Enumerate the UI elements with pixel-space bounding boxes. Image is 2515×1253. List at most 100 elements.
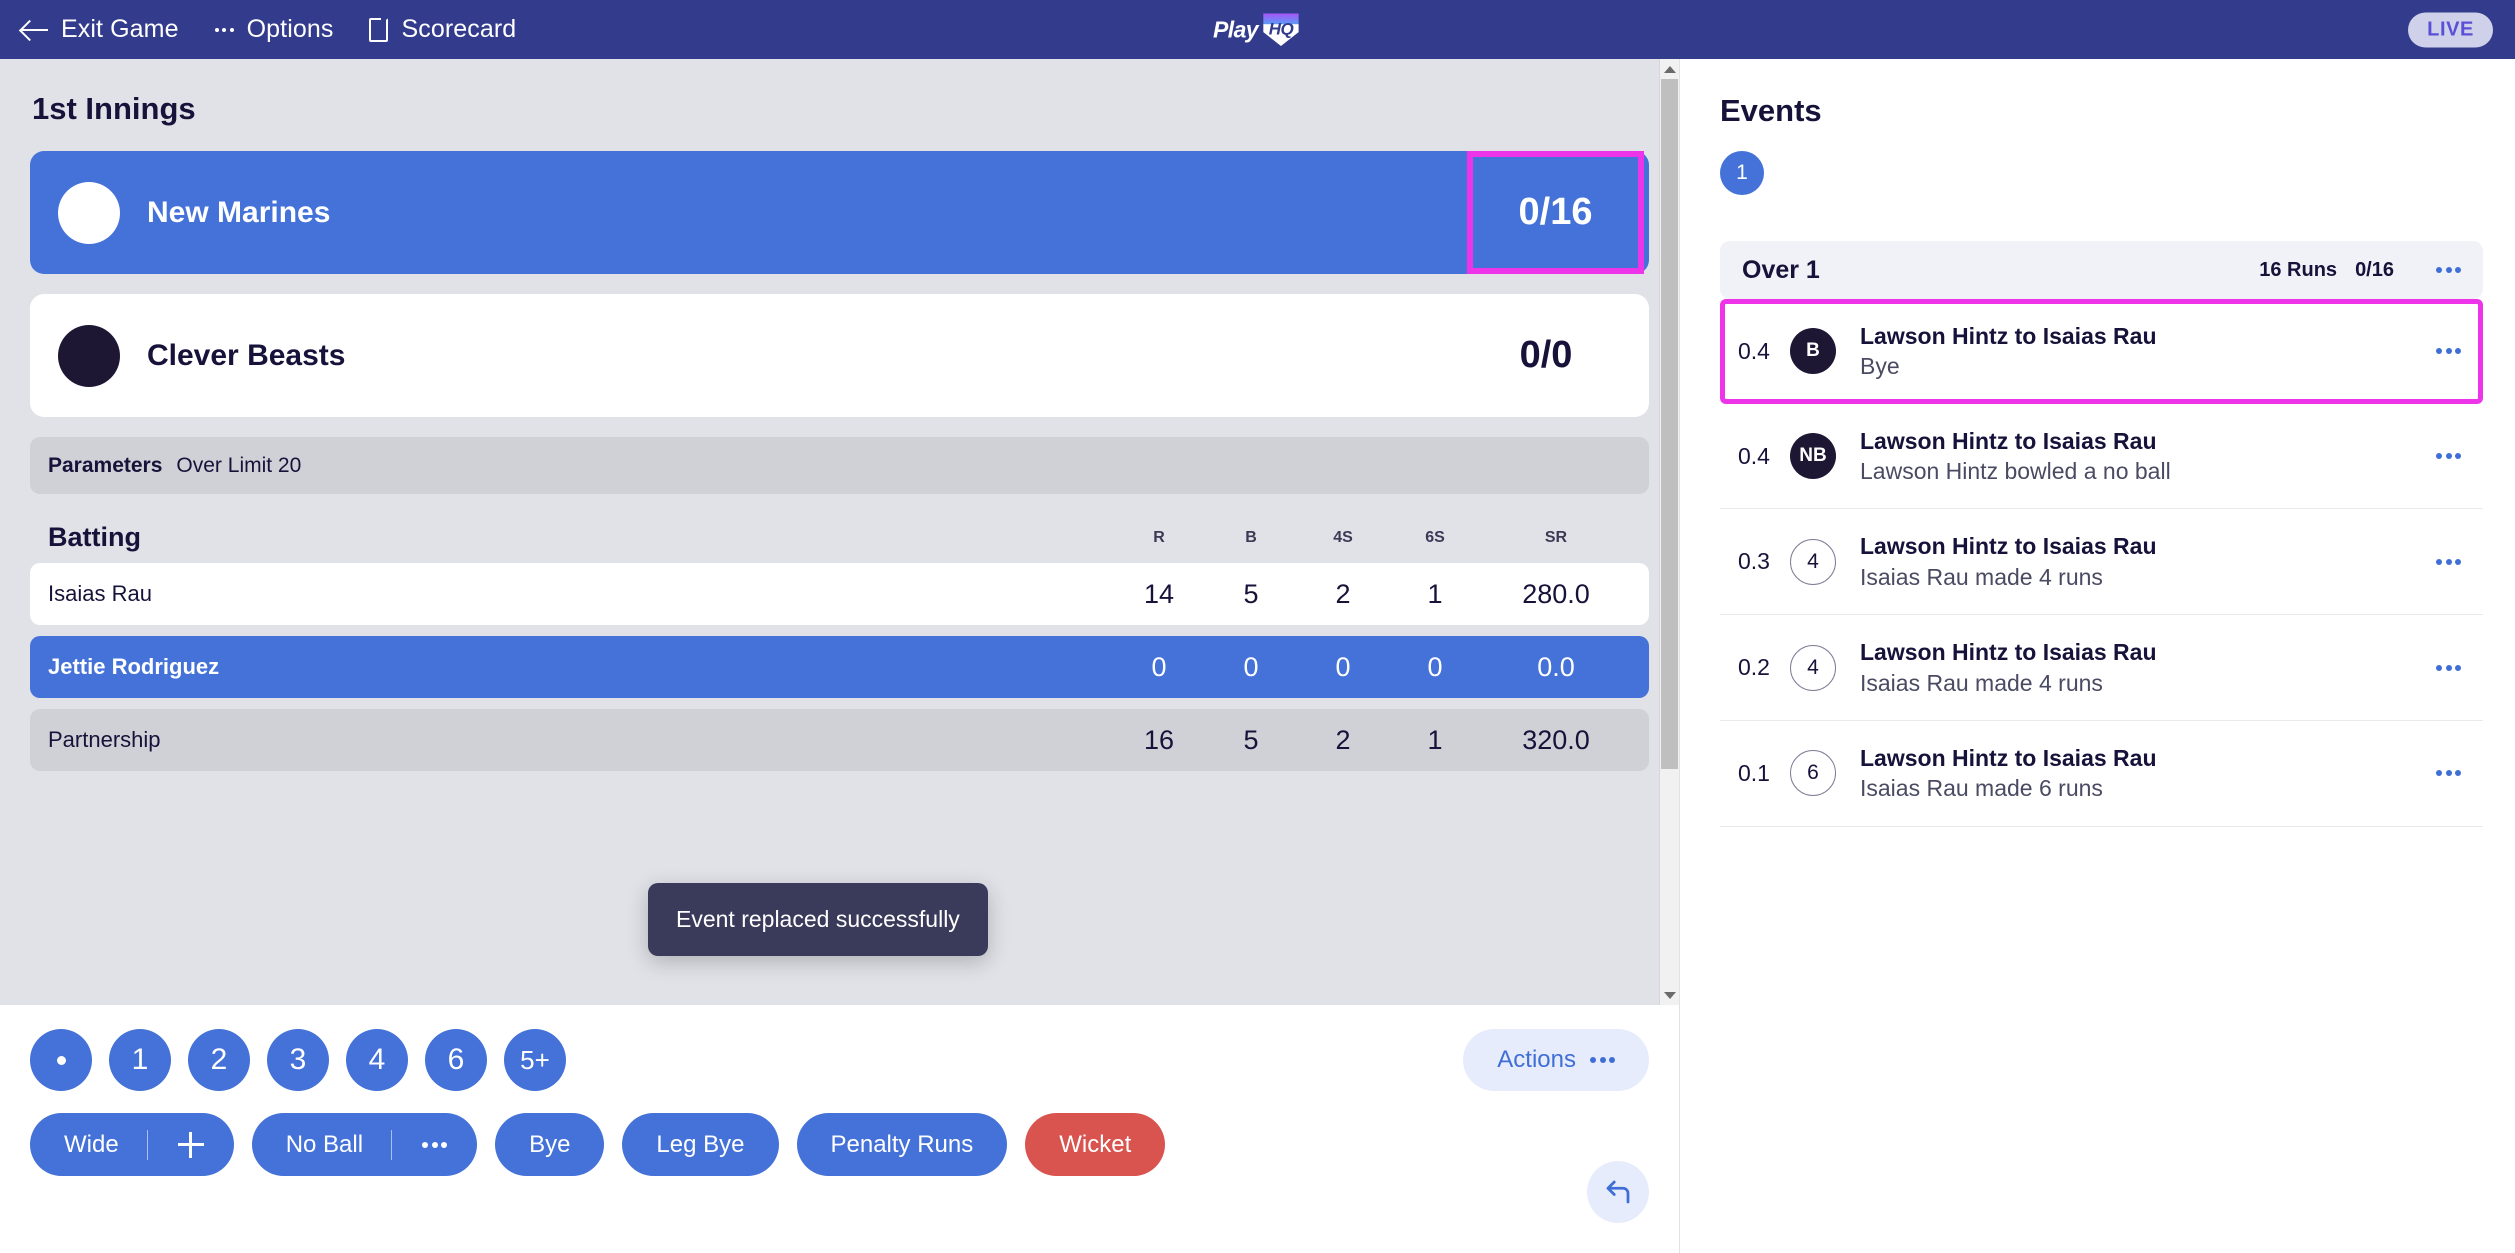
penalty-runs-button[interactable]: Penalty Runs: [796, 1113, 1008, 1176]
batter-name: Jettie Rodriguez: [48, 654, 220, 679]
event-ball-number: 0.1: [1738, 759, 1770, 786]
over-tab-1[interactable]: 1: [1720, 151, 1764, 195]
team-logo-icon: [58, 324, 120, 387]
event-text: Lawson Hintz to Isaias Rau Isaias Rau ma…: [1860, 637, 2420, 698]
team-card-batting[interactable]: New Marines 0/16: [30, 151, 1649, 274]
event-description: Isaias Rau made 4 runs: [1860, 669, 2103, 696]
event-menu-button[interactable]: [2436, 551, 2461, 573]
table-row[interactable]: Isaias Rau 14 5 2 1 280.0: [30, 563, 1649, 625]
scroll-down-button[interactable]: [1660, 985, 1679, 1005]
run-button-6[interactable]: 6: [425, 1029, 487, 1091]
over-tab-list: 1: [1720, 151, 2483, 195]
ellipsis-icon: [214, 19, 234, 41]
run-button-1[interactable]: 1: [109, 1029, 171, 1091]
live-status-badge: LIVE: [2408, 12, 2493, 47]
column-header-runs: R: [1153, 528, 1165, 546]
extras-button-group: Wide No Ball Bye Leg Bye Penalty Runs Wi…: [30, 1113, 1649, 1176]
team-logo-icon: [58, 181, 120, 244]
column-header-strike-rate: SR: [1544, 528, 1568, 546]
over-runs: 16 Runs: [2259, 258, 2338, 281]
events-panel: Events 1 Over 1 16 Runs 0/16 0.4 B Lawso…: [1679, 59, 2515, 1253]
left-panel: 1st Innings New Marines 0/16 Clever Beas…: [0, 59, 1679, 1253]
event-description: Lawson Hintz bowled a no ball: [1860, 458, 2171, 485]
wicket-button[interactable]: Wicket: [1025, 1113, 1166, 1176]
innings-scroll-area: 1st Innings New Marines 0/16 Clever Beas…: [0, 59, 1679, 1005]
exit-game-button[interactable]: Exit Game: [22, 15, 179, 44]
actions-label: Actions: [1497, 1046, 1576, 1073]
no-ball-label: No Ball: [285, 1130, 364, 1158]
batter-fours: 2: [1335, 578, 1351, 609]
runs-button-group: 1 2 3 4 6 5+: [30, 1029, 1649, 1091]
event-description: Isaias Rau made 6 runs: [1860, 775, 2103, 802]
parameters-label: Parameters: [48, 453, 163, 477]
event-text: Lawson Hintz to Isaias Rau Isaias Rau ma…: [1860, 743, 2420, 804]
events-title: Events: [1720, 93, 1822, 128]
run-button-2[interactable]: 2: [188, 1029, 250, 1091]
event-menu-button[interactable]: [2436, 762, 2461, 784]
ellipsis-icon: [422, 1134, 448, 1156]
run-button-dot[interactable]: [30, 1029, 92, 1091]
over-header: Over 1 16 Runs 0/16: [1720, 241, 2483, 299]
list-item[interactable]: 0.3 4 Lawson Hintz to Isaias Rau Isaias …: [1720, 509, 2483, 616]
over-score: 0/16: [2355, 258, 2394, 281]
bye-button[interactable]: Bye: [495, 1113, 605, 1176]
team-score[interactable]: 0/16: [1467, 151, 1644, 274]
partnership-label: Partnership: [48, 727, 161, 752]
list-item[interactable]: 0.4 NB Lawson Hintz to Isaias Rau Lawson…: [1720, 404, 2483, 510]
logo-play-text: Play: [1213, 16, 1259, 42]
list-item[interactable]: 0.4 B Lawson Hintz to Isaias Rau Bye: [1720, 299, 2483, 404]
scorecard-button[interactable]: Scorecard: [369, 15, 516, 44]
actions-button[interactable]: Actions: [1463, 1029, 1649, 1091]
vertical-scrollbar[interactable]: [1659, 59, 1679, 1005]
partnership-sixes: 1: [1427, 724, 1443, 755]
wide-button[interactable]: Wide: [30, 1113, 234, 1176]
event-type-badge: 4: [1790, 644, 1836, 691]
event-menu-button[interactable]: [2436, 657, 2461, 679]
shield-icon: HQ: [1263, 13, 1299, 46]
exit-game-label: Exit Game: [61, 15, 179, 43]
column-header-fours: 4S: [1333, 528, 1353, 546]
scrollbar-thumb[interactable]: [1661, 79, 1678, 769]
wide-add-button[interactable]: [148, 1113, 234, 1176]
innings-title: 1st Innings: [32, 91, 196, 126]
toast-notification: Event replaced successfully: [648, 883, 988, 956]
event-description: Isaias Rau made 4 runs: [1860, 563, 2103, 590]
batter-runs: 14: [1143, 578, 1175, 609]
plus-icon: [177, 1131, 204, 1158]
run-button-5plus[interactable]: 5+: [504, 1029, 566, 1091]
no-ball-options-button[interactable]: [392, 1113, 477, 1176]
run-button-3[interactable]: 3: [267, 1029, 329, 1091]
scorecard-label: Scorecard: [401, 15, 517, 43]
event-title: Lawson Hintz to Isaias Rau: [1860, 323, 2157, 349]
scroll-up-button[interactable]: [1660, 59, 1679, 79]
batter-balls: 5: [1243, 578, 1259, 609]
list-item[interactable]: 0.1 6 Lawson Hintz to Isaias Rau Isaias …: [1720, 721, 2483, 827]
column-header-balls: B: [1245, 528, 1257, 546]
event-description: Bye: [1860, 353, 1900, 380]
team-card-bowling[interactable]: Clever Beasts 0/0: [30, 294, 1649, 417]
table-row: Partnership 16 5 2 1 320.0: [30, 709, 1649, 771]
team-name: Clever Beasts: [147, 338, 346, 372]
team-name: New Marines: [147, 195, 331, 229]
batting-table-header: Batting R B 4S 6S SR: [30, 522, 1649, 563]
over-menu-button[interactable]: [2436, 259, 2461, 281]
event-type-badge: B: [1790, 328, 1836, 375]
event-type-badge: 6: [1790, 750, 1836, 797]
batter-sixes: 0: [1427, 651, 1443, 682]
leg-bye-button[interactable]: Leg Bye: [622, 1113, 779, 1176]
no-ball-button[interactable]: No Ball: [251, 1113, 478, 1176]
top-bar: Exit Game Options Scorecard Play HQ LIVE: [0, 0, 2515, 59]
partnership-fours: 2: [1335, 724, 1351, 755]
table-row[interactable]: Jettie Rodriguez 0 0 0 0 0.0: [30, 636, 1649, 698]
options-button[interactable]: Options: [214, 15, 334, 44]
event-title: Lawson Hintz to Isaias Rau: [1860, 744, 2157, 771]
run-button-4[interactable]: 4: [346, 1029, 408, 1091]
batter-name: Isaias Rau: [48, 581, 152, 606]
list-item[interactable]: 0.2 4 Lawson Hintz to Isaias Rau Isaias …: [1720, 615, 2483, 721]
undo-button[interactable]: [1587, 1161, 1649, 1223]
batter-balls: 0: [1243, 651, 1259, 682]
event-menu-button[interactable]: [2436, 445, 2461, 467]
event-menu-button[interactable]: [2436, 340, 2461, 362]
batter-runs: 0: [1151, 651, 1167, 682]
partnership-balls: 5: [1243, 724, 1259, 755]
